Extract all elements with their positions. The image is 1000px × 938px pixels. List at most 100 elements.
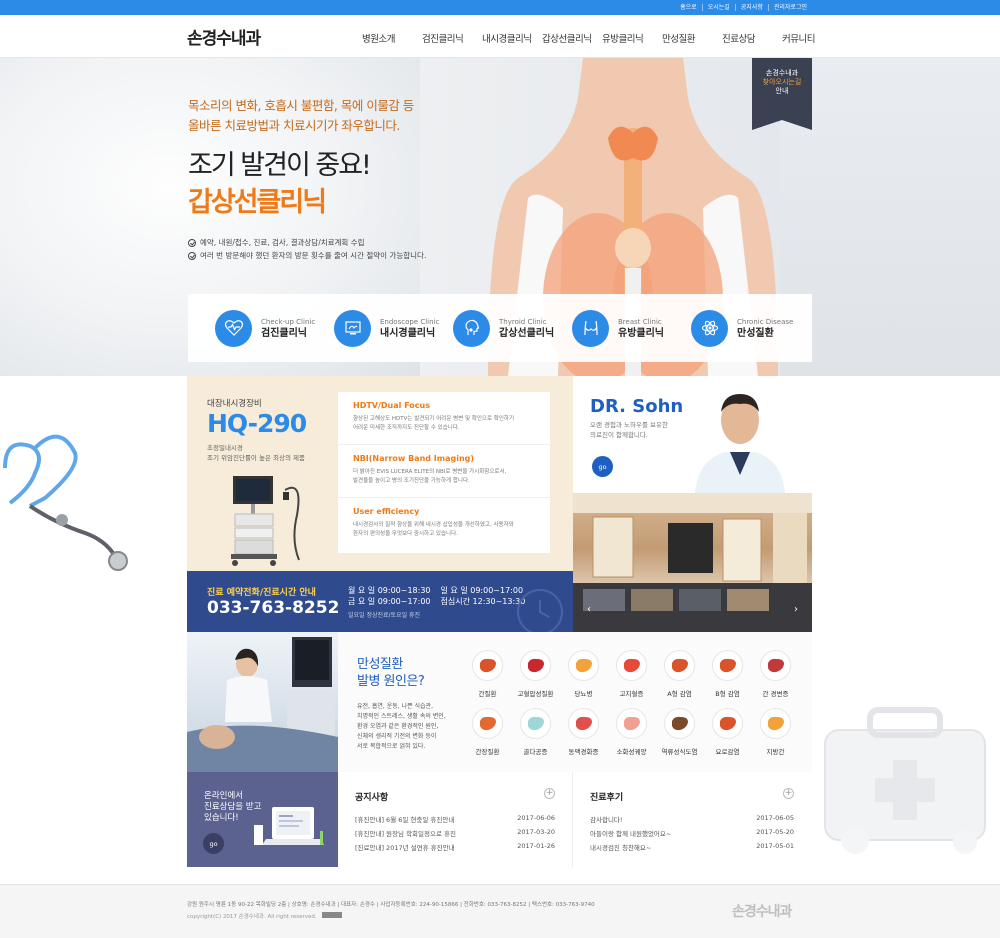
review-row[interactable]: 내시경검진 칭찬해요~ 2017-05-01: [590, 842, 794, 852]
disease-item[interactable]: 요로감염: [704, 708, 751, 756]
site-logo[interactable]: 손경수내과: [187, 24, 261, 49]
notice-more-icon[interactable]: +: [544, 788, 555, 799]
clinic-breast[interactable]: Breast Clinic 유방클리닉: [572, 309, 691, 347]
review-more-icon[interactable]: +: [783, 788, 794, 799]
disease-label: 골다공증: [523, 748, 548, 756]
nav-item-chronic[interactable]: 만성질환: [662, 31, 722, 45]
clinic-interior-image: [573, 493, 812, 632]
nav-item-thyroid[interactable]: 갑상선클리닉: [542, 31, 602, 45]
feature-desc: 내시경검사의 질적 향상을 위해 내시경 삽입성을 개선하였고, 사용자와 환자의…: [353, 521, 536, 538]
chronic-title-line1: 만성질환: [357, 657, 403, 672]
disease-item[interactable]: A형 감염: [656, 650, 703, 698]
footer-copyright: copyright(C) 2017 손경수내과. All right reser…: [187, 914, 317, 920]
utility-links: 홈으로 오시는길 공지사항 관리자로그인: [675, 0, 812, 15]
nav-item-about[interactable]: 병원소개: [362, 31, 422, 45]
checklist-item: 예약, 내원/접수, 진료, 검사, 결과상담/치료계획 수립: [188, 236, 426, 249]
reservation-phone[interactable]: 033-763-8252: [207, 598, 339, 618]
nav-item-endoscope[interactable]: 내시경클리닉: [482, 31, 542, 45]
disease-label: 간 경변증: [762, 690, 789, 698]
util-link-admin-login[interactable]: 관리자로그인: [767, 4, 812, 11]
kidney-icon: [712, 708, 743, 739]
endoscope-machine-image: [231, 476, 300, 566]
nav-item-checkup[interactable]: 검진클리닉: [422, 31, 482, 45]
util-link-notice[interactable]: 공지사항: [734, 4, 768, 11]
check-icon: [188, 251, 196, 260]
clinic-en-label: Check-up Clinic: [261, 317, 316, 326]
disease-item[interactable]: 골다공증: [512, 708, 559, 756]
artery-icon: [568, 708, 599, 739]
chronic-desc-line: 환경 오염과 같은 환경적인 원인,: [357, 723, 439, 730]
hours-title: 진료 예약전화/진료시간 안내: [207, 588, 316, 598]
disease-label: 고혈압성질환: [517, 690, 554, 698]
notice-row[interactable]: [휴진안내] 6월 6일 현충일 휴진안내 2017-06-06: [355, 814, 555, 824]
disease-item[interactable]: 동맥경화증: [560, 708, 607, 756]
cirrhosis-icon: [760, 650, 791, 681]
disease-item[interactable]: 고혈압성질환: [512, 650, 559, 698]
clinic-chronic[interactable]: Chronic Disease 만성질환: [691, 309, 810, 347]
notice-row[interactable]: [휴진안내] 원장님 학회일정으로 휴진 2017-03-20: [355, 828, 555, 838]
nav-item-breast[interactable]: 유방클리닉: [602, 31, 662, 45]
disease-item[interactable]: 간질환: [464, 650, 511, 698]
disease-item[interactable]: 당뇨병: [560, 650, 607, 698]
consult-go-button[interactable]: go: [203, 833, 224, 854]
clinic-en-label: Chronic Disease: [737, 317, 794, 326]
footer: [0, 884, 1000, 938]
disease-label: A형 감염: [667, 690, 692, 698]
feature-item: NBI(Narrow Band Imaging) 더 밝아진 EVIS LUCE…: [338, 445, 550, 498]
notice-row-title: [휴진안내] 원장님 학회일정으로 휴진: [355, 830, 456, 838]
notice-row-title: [진료안내] 2017년 설연휴 휴진안내: [355, 844, 455, 852]
hours-note: 일요일 정상진료/토요일 휴진: [348, 612, 421, 619]
feature-desc: 향상된 고해상도 HDTV는 발견되기 어려운 병변 및 확인으로 확인하기어려…: [353, 415, 536, 432]
privacy-policy-button[interactable]: [322, 912, 342, 918]
review-row-title: 감사합니다!: [590, 816, 623, 824]
disease-item[interactable]: 소화성궤양: [608, 708, 655, 756]
disease-label: B형 감염: [715, 690, 740, 698]
directions-badge[interactable]: 손경수내과 찾아오시는길 안내: [752, 58, 812, 130]
badge-line3: 안내: [775, 87, 789, 95]
liver-icon: [664, 650, 695, 681]
disease-item[interactable]: B형 감염: [704, 650, 751, 698]
disease-label: 간질환: [478, 690, 497, 698]
disease-label: 고지혈증: [619, 690, 644, 698]
disease-item[interactable]: 지방간: [752, 708, 799, 756]
endoscope-features: HDTV/Dual Focus 향상된 고해상도 HDTV는 발견되기 어려운 …: [338, 392, 550, 553]
clinic-endoscope[interactable]: Endoscope Clinic 내시경클리닉: [334, 309, 453, 347]
chronic-desc-line: 서로 복합적으로 얽혀 있다.: [357, 743, 426, 750]
disease-item[interactable]: 간 경변증: [752, 650, 799, 698]
hours-cell: 금 요 일 09:00~17:00: [348, 597, 431, 606]
feature-desc-line: 향상된 고해상도 HDTV는 발견되기 어려운 병변 및 확인으로 확인하기: [353, 416, 515, 422]
review-row[interactable]: 감사합니다! 2017-06-05: [590, 814, 794, 824]
fatty-liver-icon: [760, 708, 791, 739]
clinic-ko-label: 갑상선클리닉: [499, 327, 555, 339]
feature-desc-line: 어려운 미세한 조직까지도 진단할 수 있습니다.: [353, 424, 460, 431]
liver-icon: [712, 650, 743, 681]
disease-item[interactable]: 간장질환: [464, 708, 511, 756]
doctor-desc-line2: 의료진이 함께합니다.: [590, 431, 648, 439]
slider-prev-arrow[interactable]: ‹: [587, 604, 593, 615]
doctor-desc-line1: 오랜 경험과 노하우를 보유한: [590, 421, 668, 429]
util-link-directions[interactable]: 오시는길: [701, 4, 735, 11]
notice-row-date: 2017-03-20: [517, 828, 555, 836]
doctor-go-button[interactable]: go: [592, 456, 613, 477]
clinic-thyroid[interactable]: Thyroid Clinic 갑상선클리닉: [453, 309, 572, 347]
notice-row-date: 2017-01-26: [517, 842, 555, 850]
review-row[interactable]: 아들이랑 함께 내원했었어요~ 2017-05-20: [590, 828, 794, 838]
feature-title: HDTV/Dual Focus: [353, 401, 431, 410]
checklist-item: 여러 번 방문해야 했던 환자의 방문 횟수를 줄여 시간 절약이 가능합니다.: [188, 249, 426, 262]
nav-item-consult[interactable]: 진료상담: [722, 31, 782, 45]
clinic-checkup[interactable]: Check-up Clinic 검진클리닉: [215, 309, 334, 347]
hero-title-accent: 갑상선클리닉: [188, 187, 327, 218]
chronic-desc-line: 치명적인 스트레스, 생활 속의 변인,: [357, 713, 446, 720]
util-link-home[interactable]: 홈으로: [675, 4, 702, 11]
disease-item[interactable]: 고지혈증: [608, 650, 655, 698]
nav-item-community[interactable]: 커뮤니티: [782, 31, 842, 45]
doctor-name: DR. Sohn: [590, 396, 684, 417]
disease-item[interactable]: 역류성식도염: [656, 708, 703, 756]
feature-desc-line: 더 밝아진 EVIS LUCERA ELITE의 NBI로 병변을 가시화함으로…: [353, 469, 507, 475]
notice-row[interactable]: [진료안내] 2017년 설연휴 휴진안내 2017-01-26: [355, 842, 555, 852]
slider-next-arrow[interactable]: ›: [794, 604, 800, 615]
clinic-quicklinks: Check-up Clinic 검진클리닉 Endoscope Clinic 내시경…: [188, 294, 812, 362]
checklist-text: 여러 번 방문해야 했던 환자의 방문 횟수를 줄여 시간 절약이 가능합니다.: [200, 251, 427, 260]
review-row-title: 아들이랑 함께 내원했었어요~: [590, 830, 672, 838]
doctor-description: 오랜 경험과 노하우를 보유한 의료진이 함께합니다.: [590, 420, 668, 440]
